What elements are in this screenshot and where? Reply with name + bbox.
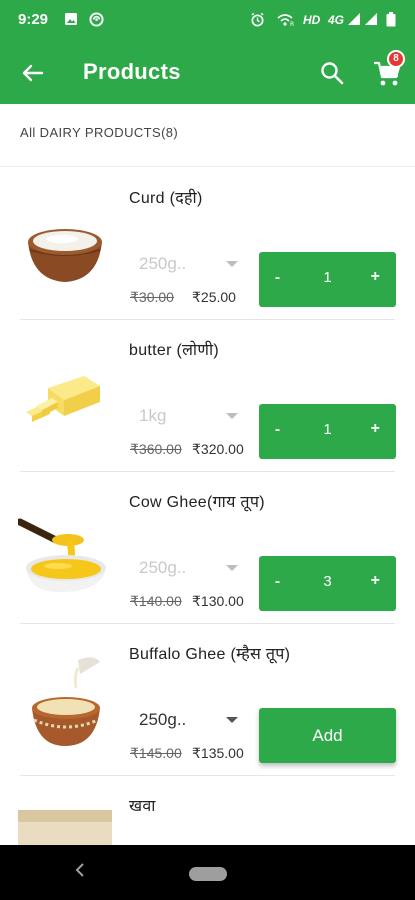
product-row: butter (लोणी) 1kg ₹360.00 ₹320.00 - 1 + (0, 320, 415, 472)
signal-type-label: 4G (328, 13, 345, 27)
quantity-stepper: - 1 + (259, 252, 396, 307)
buffalo-ghee-image (18, 654, 112, 748)
sale-price: ₹25.00 (192, 289, 236, 305)
original-price: ₹140.00 (130, 593, 182, 609)
sale-price: ₹320.00 (192, 441, 244, 457)
app-bar: Products (0, 40, 415, 104)
product-name: खवा (129, 798, 156, 815)
divider (0, 166, 415, 167)
chevron-down-icon[interactable] (226, 717, 238, 723)
product-name: Curd (दही) (129, 190, 203, 207)
increase-button[interactable]: + (371, 420, 380, 438)
signal-icon-2 (365, 13, 377, 25)
original-price: ₹30.00 (130, 289, 174, 305)
original-price: ₹360.00 (130, 441, 182, 457)
image-icon (65, 13, 77, 25)
battery-icon (386, 12, 396, 27)
cart-count-badge: 8 (387, 50, 405, 68)
home-pill[interactable] (189, 867, 227, 881)
status-time: 9:29 (18, 11, 49, 28)
add-to-cart-button[interactable]: Add (259, 708, 396, 763)
svg-text:R: R (290, 21, 294, 27)
original-price: ₹145.00 (130, 745, 182, 761)
product-name: butter (लोणी) (129, 342, 220, 359)
variant-select[interactable]: 1kg (139, 406, 166, 426)
butter-image (26, 376, 100, 422)
sync-icon (89, 12, 104, 27)
sale-price: ₹130.00 (192, 593, 244, 609)
product-row: Curd (दही) 250g.. ₹30.00 ₹25.00 - 1 + (0, 168, 415, 320)
quantity-stepper: - 1 + (259, 404, 396, 459)
chevron-down-icon[interactable] (226, 565, 238, 571)
chevron-down-icon[interactable] (226, 261, 238, 267)
status-bar: 9:29 R HD 4G (0, 0, 415, 40)
increase-button[interactable]: + (371, 268, 380, 286)
signal-icon (348, 13, 360, 25)
alarm-icon (251, 12, 264, 27)
chevron-down-icon[interactable] (226, 413, 238, 419)
section-title: All DAIRY PRODUCTS(8) (20, 125, 179, 140)
nav-back-icon[interactable] (74, 862, 86, 878)
ghee-image (18, 518, 106, 593)
product-row: Buffalo Ghee (म्हैस तूप) 250g.. ₹145.00 … (0, 624, 415, 776)
product-row: Cow Ghee(गाय तूप) 250g.. ₹140.00 ₹130.00… (0, 472, 415, 624)
product-name: Buffalo Ghee (म्हैस तूप) (129, 646, 291, 663)
curd-image (28, 229, 102, 282)
wifi-calling-icon: R (277, 14, 294, 27)
variant-select[interactable]: 250g.. (139, 558, 186, 578)
system-nav-bar (0, 845, 415, 900)
network-label: HD (303, 13, 321, 27)
increase-button[interactable]: + (371, 572, 380, 590)
variant-select[interactable]: 250g.. (139, 710, 186, 730)
variant-select[interactable]: 250g.. (139, 254, 186, 274)
quantity-stepper: - 3 + (259, 556, 396, 611)
sale-price: ₹135.00 (192, 745, 244, 761)
search-icon[interactable] (318, 59, 346, 87)
back-arrow-icon[interactable] (18, 58, 48, 88)
page-title: Products (83, 59, 181, 84)
product-name: Cow Ghee(गाय तूप) (129, 494, 265, 511)
